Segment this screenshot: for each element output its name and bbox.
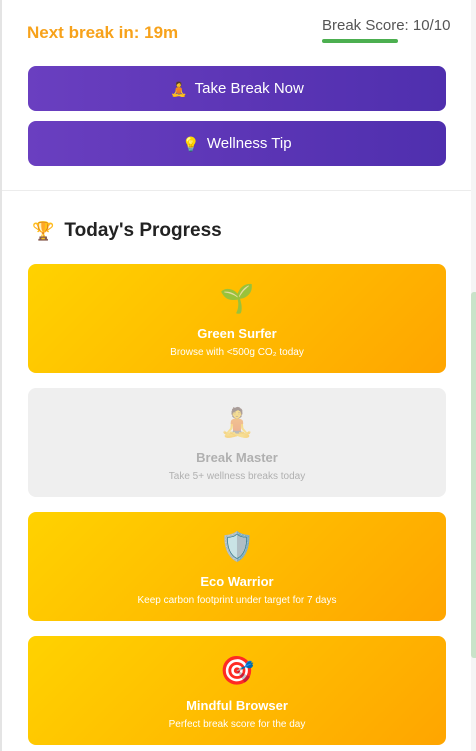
status-row: Next break in: 19m Break Score: 10/10 xyxy=(2,0,472,62)
achievement-title: Mindful Browser xyxy=(186,698,288,713)
achievement-title: Green Surfer xyxy=(197,326,277,341)
next-break-countdown: Next break in: 19m xyxy=(27,23,179,42)
achievement-desc: Keep carbon footprint under target for 7… xyxy=(137,595,337,606)
progress-heading: 🏆 Today's Progress xyxy=(32,220,222,242)
achievement-desc: Take 5+ wellness breaks today xyxy=(168,471,306,482)
divider xyxy=(2,190,472,191)
extension-panel: Next break in: 19m Break Score: 10/10 🧘 … xyxy=(0,0,476,751)
break-score-label: Break Score: 10/10 xyxy=(322,17,451,34)
lightbulb-icon: 💡 xyxy=(182,135,200,152)
wellness-tip-button[interactable]: 💡 Wellness Tip xyxy=(28,121,446,166)
meditation-icon: 🧘 xyxy=(170,80,188,97)
achievement-desc: Browse with <500g CO₂ today xyxy=(170,347,304,358)
meditation-icon: 🧘 xyxy=(219,407,255,438)
break-score: Break Score: 10/10 xyxy=(322,17,452,43)
take-break-label: Take Break Now xyxy=(194,80,304,97)
progress-title: Today's Progress xyxy=(64,220,222,241)
achievement-card-mindful-browser: 🎯 Mindful Browser Perfect break score fo… xyxy=(28,636,446,745)
achievement-card-break-master: 🧘 Break Master Take 5+ wellness breaks t… xyxy=(28,388,446,497)
scrollbar-thumb[interactable] xyxy=(471,292,476,658)
break-score-bar xyxy=(322,39,398,43)
shield-icon: 🛡️ xyxy=(219,531,255,562)
trophy-icon: 🏆 xyxy=(32,220,55,241)
achievement-title: Break Master xyxy=(196,450,278,465)
target-icon: 🎯 xyxy=(219,655,255,686)
take-break-button[interactable]: 🧘 Take Break Now xyxy=(28,66,446,111)
achievement-desc: Perfect break score for the day xyxy=(168,719,306,730)
seedling-icon: 🌱 xyxy=(219,283,255,314)
achievement-card-green-surfer: 🌱 Green Surfer Browse with <500g CO₂ tod… xyxy=(28,264,446,373)
achievement-title: Eco Warrior xyxy=(200,574,274,589)
achievement-card-eco-warrior: 🛡️ Eco Warrior Keep carbon footprint und… xyxy=(28,512,446,621)
wellness-tip-label: Wellness Tip xyxy=(206,135,292,152)
